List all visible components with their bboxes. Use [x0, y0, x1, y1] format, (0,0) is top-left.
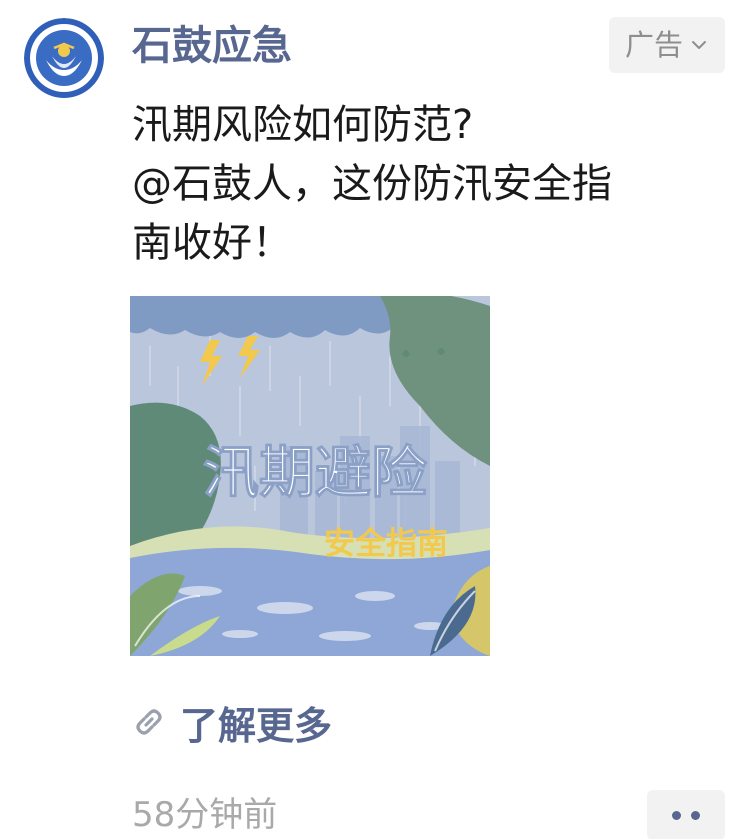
post-text-line: 汛期风险如何防范?: [132, 102, 474, 148]
post-text-line: 南收好！: [132, 220, 292, 266]
emergency-management-logo-icon: [24, 18, 104, 98]
ad-image-title: 汛期避险: [203, 441, 428, 504]
flood-safety-illustration: 汛期避险 安全指南: [130, 296, 490, 656]
learn-more-link[interactable]: 了解更多: [132, 696, 332, 748]
more-options-button[interactable]: [647, 790, 725, 839]
post-text: 汛期风险如何防范? @石鼓人，这份防汛安全指 南收好！: [132, 96, 712, 273]
learn-more-label: 了解更多: [180, 703, 333, 748]
ad-image[interactable]: 汛期避险 安全指南: [130, 296, 490, 656]
ad-image-subtitle: 安全指南: [324, 526, 448, 561]
account-avatar[interactable]: [24, 18, 104, 98]
more-dot: [672, 810, 681, 820]
chevron-down-icon: [692, 41, 706, 49]
post-text-line: @石鼓人，这份防汛安全指: [132, 161, 612, 207]
link-icon: [136, 709, 162, 735]
ad-tag-label: 广告: [624, 27, 683, 62]
post-timestamp: 58分钟前: [132, 795, 278, 835]
account-name[interactable]: 石鼓应急: [132, 20, 292, 72]
ad-tag-button[interactable]: 广告: [609, 17, 725, 73]
more-dot: [691, 810, 700, 820]
